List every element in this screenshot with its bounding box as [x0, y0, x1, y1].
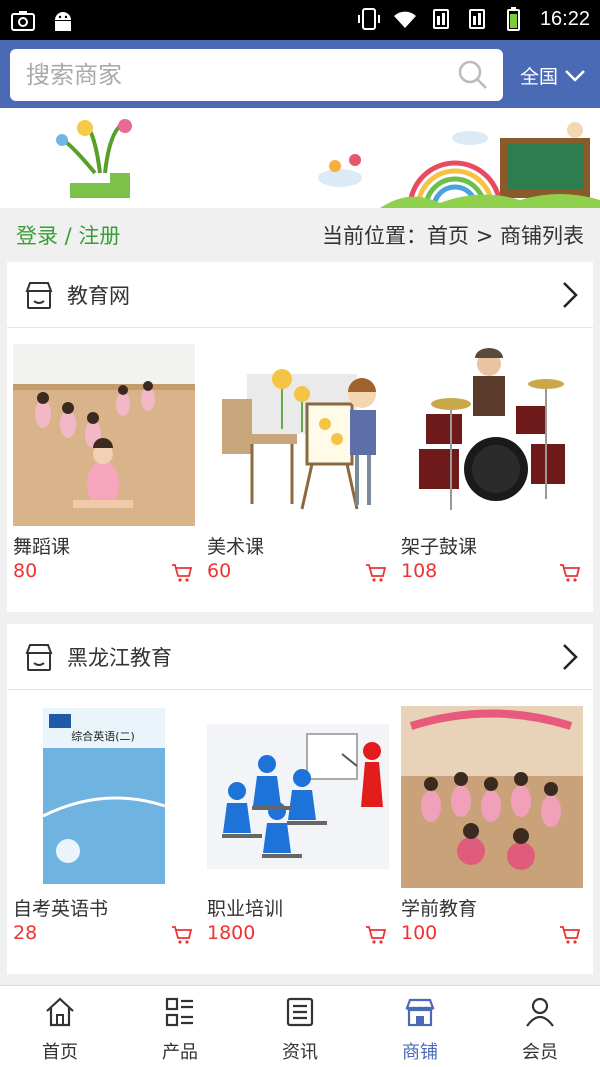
cart-icon[interactable] — [559, 925, 581, 945]
product-name: 美术课 — [207, 536, 265, 558]
product-name: 职业培训 — [207, 898, 284, 920]
product-name: 架子鼓课 — [401, 536, 478, 558]
tab-home[interactable]: 首页 — [0, 986, 120, 1067]
product-price: 28 — [13, 922, 38, 944]
banner-illustration — [0, 108, 600, 208]
signal-icon-2 — [468, 9, 485, 29]
signal-icon-1 — [432, 9, 449, 29]
banner[interactable] — [0, 108, 600, 208]
tab-label: 资讯 — [282, 1042, 318, 1063]
wifi-icon — [393, 11, 416, 28]
shop-header[interactable]: 教育网 — [7, 262, 593, 328]
tab-products[interactable]: 产品 — [120, 986, 240, 1067]
product-price: 1800 — [207, 922, 256, 944]
product-price: 100 — [401, 922, 438, 944]
cart-icon[interactable] — [171, 563, 193, 583]
product-price: 80 — [13, 560, 38, 582]
shop-card: 教育网 舞蹈课 80 美术课 60 架子鼓课 108 — [7, 262, 593, 612]
tab-label: 首页 — [42, 1042, 78, 1063]
home-icon — [46, 997, 74, 1027]
product-item[interactable]: 美术课 60 — [207, 344, 389, 582]
shop-icon — [25, 282, 53, 309]
login-register-link[interactable]: 登录 / 注册 — [16, 220, 120, 250]
status-bar: 16:22 — [0, 0, 600, 40]
shop-name: 教育网 — [67, 284, 130, 308]
product-name: 舞蹈课 — [13, 536, 71, 558]
cart-icon[interactable] — [365, 925, 387, 945]
region-label: 全国 — [519, 66, 558, 88]
product-item[interactable]: 舞蹈课 80 — [13, 344, 195, 582]
cart-icon[interactable] — [171, 925, 193, 945]
art-class-image[interactable] — [207, 344, 389, 526]
shop-header[interactable]: 黑龙江教育 — [7, 624, 593, 690]
product-list: 舞蹈课 80 美术课 60 架子鼓课 108 — [7, 328, 593, 612]
search-input[interactable] — [10, 50, 440, 100]
product-price: 108 — [401, 560, 438, 582]
training-image[interactable] — [207, 706, 389, 888]
product-item[interactable]: 学前教育 100 — [401, 706, 583, 944]
list-icon — [165, 997, 193, 1027]
search-box[interactable] — [10, 49, 503, 101]
book-cover-title: 综合英语(二) — [71, 729, 135, 743]
tab-label: 会员 — [522, 1042, 558, 1063]
tab-news[interactable]: 资讯 — [240, 986, 360, 1067]
cart-icon[interactable] — [559, 563, 581, 583]
search-icon[interactable] — [457, 59, 489, 91]
region-selector[interactable]: 全国 — [520, 62, 586, 89]
english-book-image[interactable]: 综合英语(二) — [13, 706, 195, 888]
user-icon — [526, 997, 554, 1027]
vibrate-icon — [357, 8, 380, 30]
product-price: 60 — [207, 560, 232, 582]
status-time: 16:22 — [539, 7, 590, 30]
shop-icon — [25, 644, 53, 671]
product-list: 综合英语(二) 自考英语书 28 职业培训 1800 学前教育 100 — [7, 690, 593, 974]
chevron-right-icon[interactable] — [561, 280, 579, 310]
screenshot-icon — [11, 11, 35, 31]
tab-label: 商铺 — [402, 1042, 438, 1063]
chevron-right-icon[interactable] — [561, 642, 579, 672]
tab-shops[interactable]: 商铺 — [360, 986, 480, 1067]
product-item[interactable]: 职业培训 1800 — [207, 706, 389, 944]
tab-label: 产品 — [162, 1042, 198, 1063]
dance-class-image[interactable] — [13, 344, 195, 526]
android-icon — [55, 12, 71, 31]
breadcrumb-row: 登录 / 注册 当前位置：首页 > 商铺列表 — [0, 208, 600, 260]
tab-member[interactable]: 会员 — [480, 986, 600, 1067]
breadcrumb: 当前位置：首页 > 商铺列表 — [322, 224, 584, 248]
news-icon — [286, 997, 314, 1027]
chevron-down-icon — [565, 69, 585, 82]
shop-icon — [405, 998, 435, 1027]
product-item[interactable]: 综合英语(二) 自考英语书 28 — [13, 706, 195, 944]
battery-icon — [506, 7, 520, 31]
cart-icon[interactable] — [365, 563, 387, 583]
preschool-image[interactable] — [401, 706, 583, 888]
shop-card: 黑龙江教育 综合英语(二) 自考英语书 28 职业培训 1800 学前教育 10… — [7, 624, 593, 974]
product-item[interactable]: 架子鼓课 108 — [401, 344, 583, 582]
drum-kit-image[interactable] — [401, 344, 583, 526]
product-name: 学前教育 — [401, 898, 478, 920]
bottom-tab-bar: 首页 产品 资讯 商铺 会员 — [0, 985, 600, 1067]
product-name: 自考英语书 — [13, 898, 109, 920]
shop-name: 黑龙江教育 — [67, 646, 172, 670]
top-bar: 全国 — [0, 40, 600, 108]
